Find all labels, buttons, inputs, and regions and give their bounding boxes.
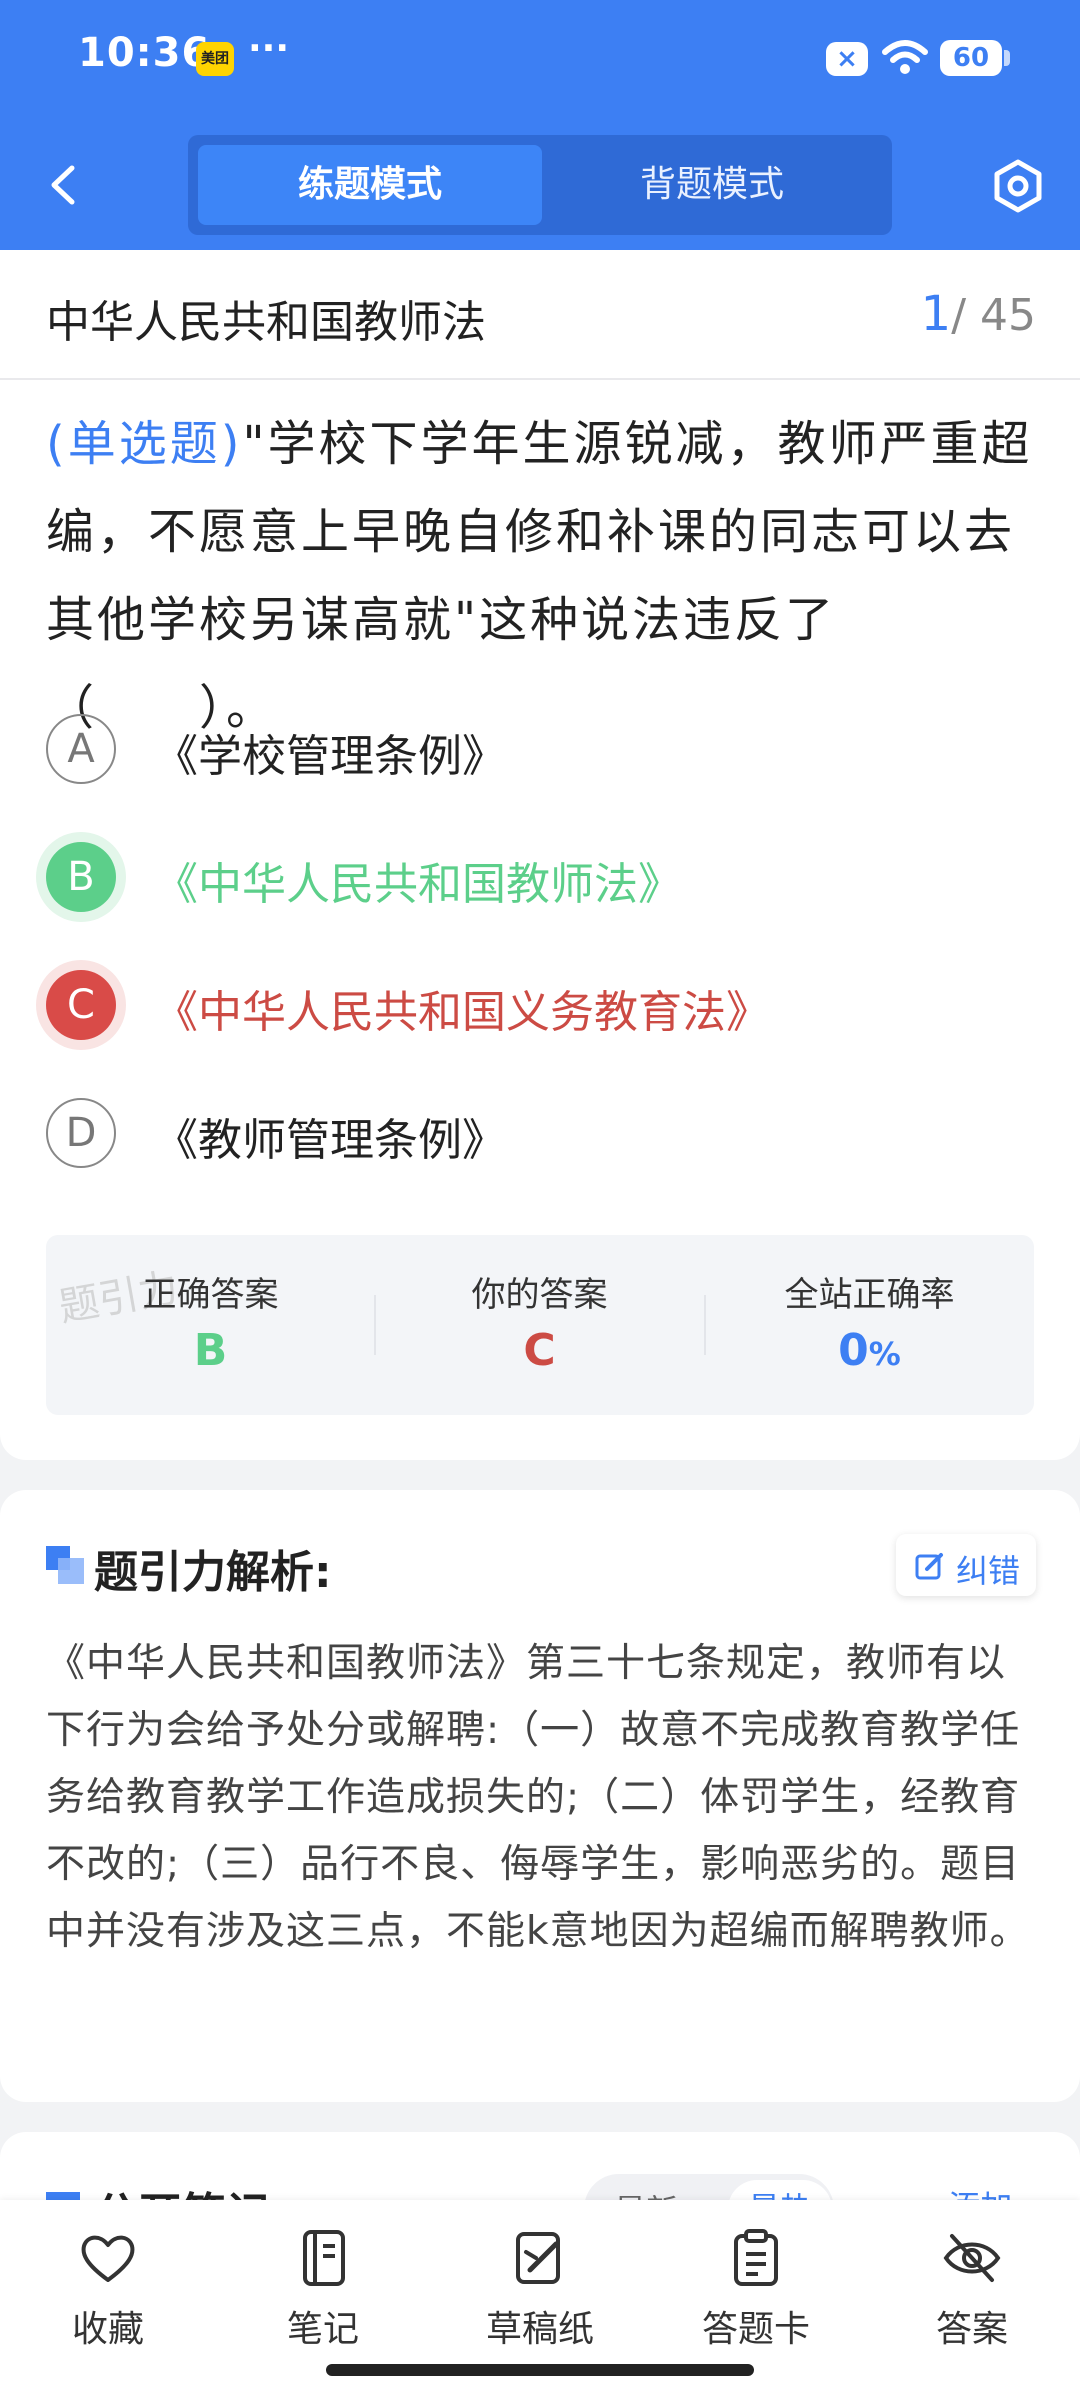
option-text: 《中华人民共和国义务教育法》: [154, 987, 770, 1038]
option-a[interactable]: A 《学校管理条例》: [46, 706, 1036, 796]
tab-answer-sheet[interactable]: 答题卡: [676, 2228, 836, 2368]
tab-label: 答案: [935, 2309, 1008, 2350]
status-time: 10:36: [78, 30, 211, 76]
your-answer-value: C: [523, 1325, 556, 1376]
your-answer-label: 你的答案: [471, 1275, 608, 1315]
option-letter: A: [46, 714, 116, 784]
tab-notes[interactable]: 笔记: [243, 2228, 403, 2368]
tab-memorize-mode[interactable]: 背题模式: [540, 145, 884, 225]
analysis-title: 题引力解析:: [94, 1547, 332, 1598]
option-letter: B: [46, 842, 116, 912]
no-sim-icon: ×: [826, 42, 868, 76]
accuracy-col: 全站正确率 0%: [705, 1235, 1034, 1415]
accuracy-value: 0%: [705, 1325, 1034, 1376]
option-text: 《教师管理条例》: [154, 1115, 506, 1166]
tab-draft[interactable]: 草稿纸: [460, 2228, 620, 2368]
option-text: 《中华人民共和国教师法》: [154, 859, 682, 910]
answer-summary: 题引力 正确答案 B 你的答案 C 全站正确率 0%: [46, 1235, 1034, 1415]
option-letter: C: [46, 970, 116, 1040]
option-c[interactable]: C 《中华人民共和国义务教育法》: [46, 962, 1036, 1052]
heart-icon: [81, 2235, 135, 2282]
more-notifications-icon: ···: [248, 28, 290, 69]
question-card: 中华人民共和国教师法 1/ 45 (单选题)"学校下学年生源锐减，教师严重超编，…: [0, 250, 1080, 1460]
option-d[interactable]: D 《教师管理条例》: [46, 1090, 1036, 1180]
accuracy-number: 0: [838, 1325, 869, 1376]
settings-icon[interactable]: [990, 158, 1046, 214]
eye-off-icon: [943, 2234, 1001, 2282]
correct-answer-col: 正确答案 B: [46, 1235, 375, 1415]
draft-pen-icon: [516, 2232, 560, 2284]
mode-switch: 练题模式 背题模式: [188, 135, 892, 235]
wifi-icon: [882, 40, 928, 74]
back-arrow-icon[interactable]: [40, 160, 90, 210]
clipboard-icon: [734, 2229, 778, 2286]
analysis-squares-icon: [46, 1546, 84, 1584]
option-text: 《学校管理条例》: [154, 731, 506, 782]
tab-label: 笔记: [286, 2309, 359, 2350]
analysis-card: 题引力解析: 纠错 《中华人民共和国教师法》第三十七条规定，教师有以下行为会给予…: [0, 1490, 1080, 2102]
question-type-label: (单选题): [46, 416, 243, 472]
battery-icon: 60: [940, 40, 1010, 76]
tab-label: 草稿纸: [485, 2309, 594, 2350]
tab-favorite[interactable]: 收藏: [28, 2228, 188, 2368]
question-stem: (单选题)"学校下学年生源锐减，教师严重超编，不愿意上早晚自修和补课的同志可以去…: [46, 400, 1036, 752]
report-error-label: 纠错: [956, 1552, 1021, 1590]
correct-answer-label: 正确答案: [142, 1275, 279, 1315]
tab-practice-mode[interactable]: 练题模式: [198, 145, 542, 225]
total-questions: / 45: [951, 290, 1036, 341]
option-letter: D: [46, 1098, 116, 1168]
report-error-button[interactable]: 纠错: [896, 1534, 1036, 1596]
tab-label: 收藏: [71, 2309, 144, 2350]
status-bar: 10:36 美团 ··· × 60: [0, 0, 1080, 120]
app-notification-icon: 美团: [196, 42, 234, 76]
option-b[interactable]: B 《中华人民共和国教师法》: [46, 834, 1036, 924]
notebook-icon: [303, 2230, 345, 2286]
your-answer-col: 你的答案 C: [375, 1235, 704, 1415]
top-header: 10:36 美团 ··· × 60 练题模式 背题模式: [0, 0, 1080, 250]
question-counter: 1/ 45: [921, 286, 1036, 342]
accuracy-unit: %: [868, 1335, 901, 1373]
chapter-title: 中华人民共和国教师法: [46, 297, 486, 348]
accuracy-label: 全站正确率: [784, 1275, 955, 1315]
correct-answer-value: B: [193, 1325, 228, 1376]
analysis-body: 《中华人民共和国教师法》第三十七条规定，教师有以下行为会给予处分或解聘:（一）故…: [46, 1641, 1030, 1954]
home-indicator[interactable]: [326, 2364, 754, 2376]
divider: [0, 378, 1080, 380]
current-question-number: 1: [920, 286, 952, 342]
edit-icon: [915, 1553, 943, 1580]
tab-label: 答题卡: [701, 2309, 810, 2350]
tab-show-answer[interactable]: 答案: [892, 2228, 1052, 2368]
